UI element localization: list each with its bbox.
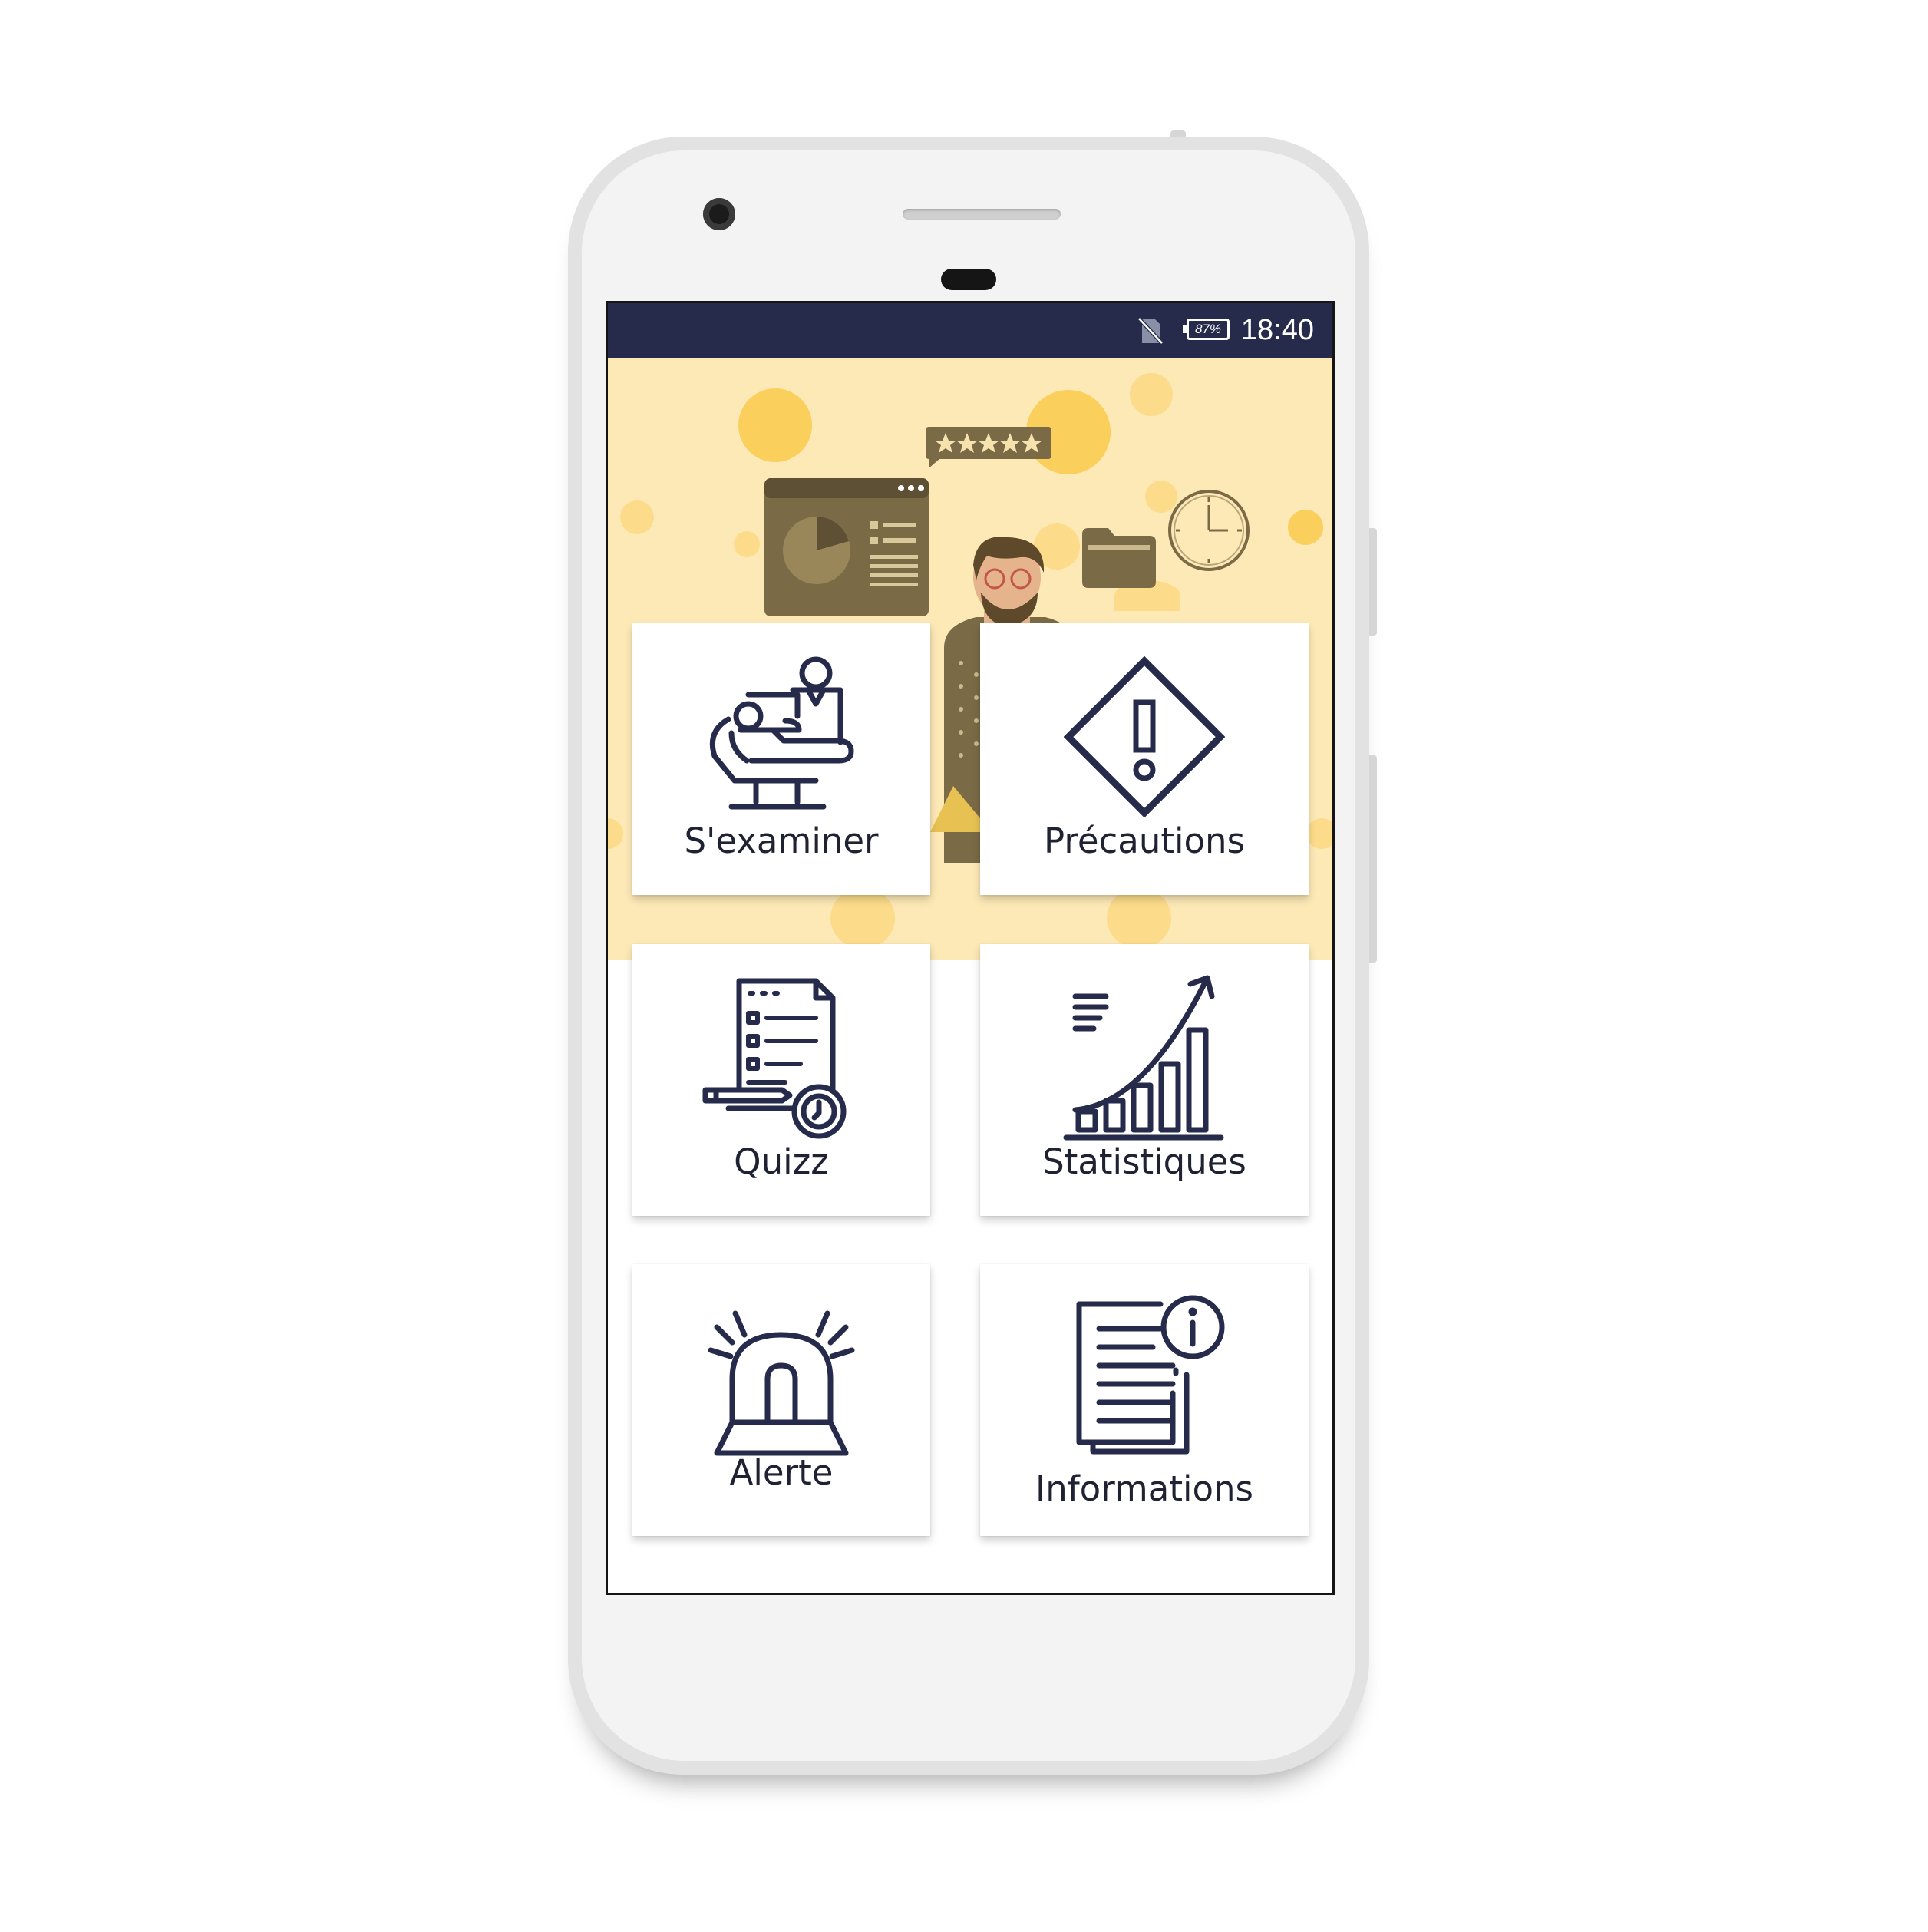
virus-icon: [608, 818, 623, 849]
virus-icon: [830, 887, 895, 949]
clock-icon: [1168, 490, 1250, 571]
phone-top-mark: [1170, 130, 1186, 137]
power-button: [1369, 755, 1377, 963]
proximity-sensor: [941, 269, 996, 290]
virus-icon: [1107, 887, 1171, 949]
tile-statistiques[interactable]: Statistiques: [980, 944, 1309, 1216]
tile-label: Informations: [1035, 1468, 1253, 1509]
volume-up-button: [1369, 528, 1377, 636]
dashboard-window-icon: [764, 478, 929, 616]
growth-chart-icon: [980, 973, 1309, 1142]
status-time: 18:40: [1240, 314, 1314, 346]
rating-stars-icon: [926, 427, 1051, 468]
tile-label: Précautions: [1043, 821, 1246, 861]
no-sim-icon: [1137, 317, 1164, 348]
virus-icon: [1306, 818, 1332, 849]
virus-icon: [1288, 510, 1323, 545]
earpiece-speaker: [903, 209, 1061, 220]
warning-diamond-icon: [980, 652, 1309, 821]
virus-icon: [734, 531, 760, 557]
tile-quizz[interactable]: Quizz: [632, 944, 930, 1216]
tile-sexaminer[interactable]: S'examiner: [632, 623, 930, 895]
virus-icon: [738, 388, 812, 462]
phone-screen: 87% 18:40 S'examiner Précautions Quizz S…: [606, 301, 1335, 1595]
tile-label: Alerte: [729, 1452, 834, 1493]
doctor-patient-icon: [632, 652, 930, 821]
tile-precautions[interactable]: Précautions: [980, 623, 1309, 895]
tile-label: Quizz: [734, 1141, 829, 1182]
tile-informations[interactable]: Informations: [980, 1264, 1309, 1536]
virus-icon: [620, 500, 654, 534]
stage: 87% 18:40 S'examiner Précautions Quizz S…: [0, 0, 1928, 1932]
checklist-timer-icon: [632, 973, 930, 1142]
tile-label: S'examiner: [684, 821, 879, 861]
front-camera: [703, 198, 735, 230]
siren-icon: [632, 1303, 930, 1456]
info-document-icon: [980, 1293, 1309, 1470]
battery-icon: 87%: [1183, 319, 1230, 340]
tile-label: Statistiques: [1042, 1141, 1246, 1182]
status-bar: 87% 18:40: [608, 303, 1332, 358]
virus-icon: [1130, 373, 1173, 416]
tile-alerte[interactable]: Alerte: [632, 1264, 930, 1536]
